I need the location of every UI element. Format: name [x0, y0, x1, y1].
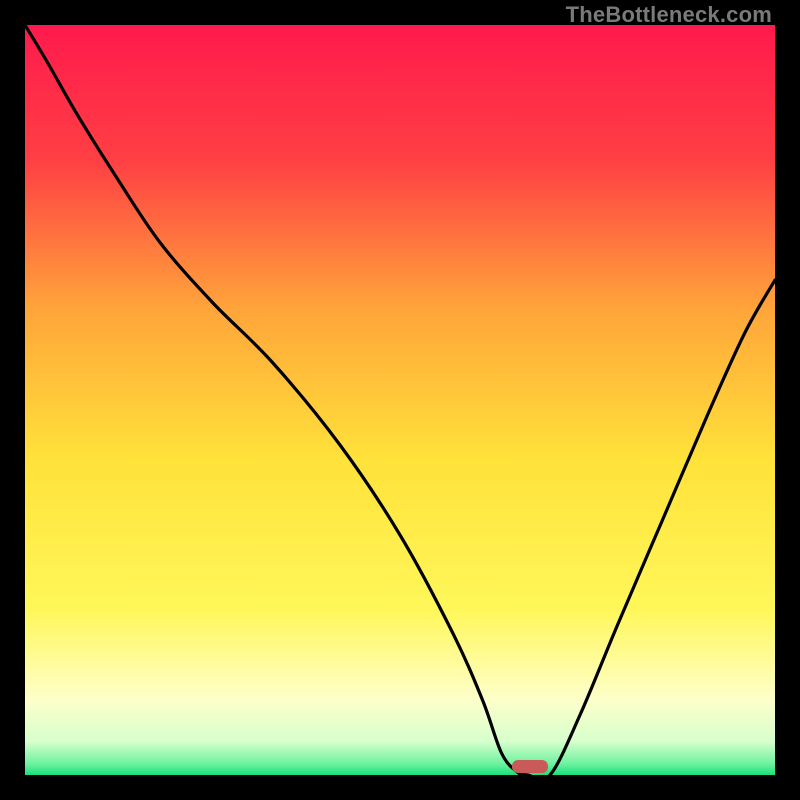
plot-area	[25, 25, 775, 775]
bottleneck-curve	[25, 25, 775, 775]
chart-frame: TheBottleneck.com	[0, 0, 800, 800]
curve-path	[25, 25, 775, 775]
optimal-marker	[512, 760, 548, 773]
watermark-text: TheBottleneck.com	[566, 2, 772, 28]
